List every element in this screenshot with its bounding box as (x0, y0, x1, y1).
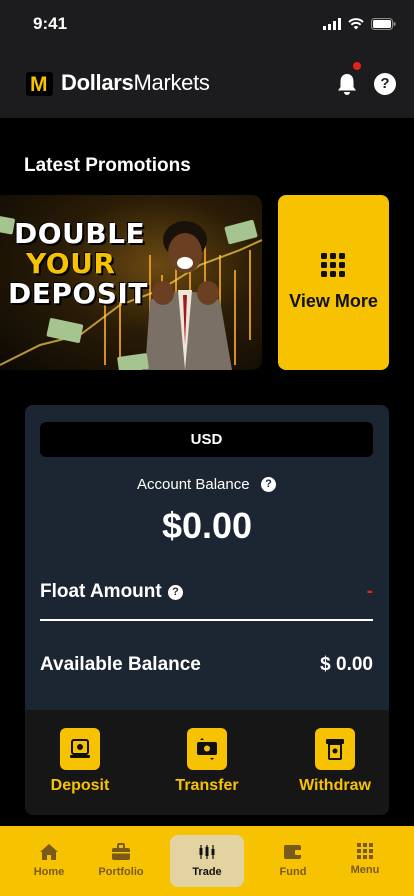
currency-selector[interactable]: USD (40, 422, 373, 457)
promo-line-3: DEPOSIT (8, 277, 148, 310)
logo-letter: M (30, 73, 48, 96)
promo-line-1: DOUBLE (14, 217, 146, 250)
bottom-nav: Home Portfolio Trade Fund Menu (0, 826, 414, 896)
grid-icon (357, 843, 373, 859)
float-amount-label: Float Amount (40, 581, 162, 602)
transfer-button[interactable]: Transfer (152, 728, 262, 795)
promotions-title: Latest Promotions (24, 155, 191, 176)
account-actions: Deposit Transfer Withdraw (25, 710, 389, 815)
brand-regular: Markets (133, 70, 210, 95)
account-balance-value: $0.00 (161, 505, 253, 546)
nav-menu[interactable]: Menu (328, 826, 402, 896)
grid-icon (321, 253, 345, 277)
nav-fund-label: Fund (279, 866, 307, 878)
nav-menu-label: Menu (350, 864, 380, 876)
view-more-button[interactable]: View More (278, 195, 389, 370)
status-icons (323, 18, 396, 30)
float-help-icon[interactable]: ? (168, 585, 183, 600)
deposit-label: Deposit (50, 777, 110, 794)
help-button[interactable]: ? (374, 73, 396, 95)
home-icon (40, 844, 58, 860)
available-balance-value: $ 0.00 (320, 654, 373, 675)
account-card: USD Account Balance ? $0.00 Float Amount… (25, 405, 389, 815)
nav-portfolio[interactable]: Portfolio (84, 826, 158, 896)
bell-icon[interactable] (336, 72, 358, 96)
person-figure (145, 221, 232, 370)
briefcase-icon (112, 843, 130, 860)
brand-bold: Dollars (61, 70, 134, 95)
wallet-icon (284, 845, 302, 859)
nav-home-label: Home (33, 866, 65, 878)
view-more-label: View More (289, 291, 378, 311)
withdraw-icon (315, 728, 355, 770)
transfer-label: Transfer (175, 777, 239, 794)
notification-badge (353, 62, 361, 70)
wifi-icon (348, 18, 364, 30)
promo-banner[interactable]: DOUBLE YOUR DEPOSIT (0, 195, 262, 370)
nav-portfolio-label: Portfolio (98, 866, 144, 878)
logo: M (26, 72, 53, 96)
deposit-button[interactable]: Deposit (25, 728, 135, 795)
withdraw-label: Withdraw (299, 777, 371, 794)
nav-fund[interactable]: Fund (256, 826, 330, 896)
status-time: 9:41 (33, 14, 68, 33)
brand-name: DollarsMarkets (61, 70, 210, 96)
battery-icon (371, 18, 396, 30)
divider (40, 619, 373, 621)
signal-icon (323, 18, 341, 30)
available-balance-label: Available Balance (40, 654, 201, 675)
transfer-icon (187, 728, 227, 770)
deposit-icon (60, 728, 100, 770)
account-balance-label: Account Balance (137, 476, 250, 493)
candlestick-icon (199, 845, 215, 859)
nav-trade-label: Trade (192, 866, 222, 878)
float-amount-value: - (366, 581, 373, 602)
app-header: M DollarsMarkets (0, 50, 414, 118)
status-bar: 9:41 (0, 0, 414, 50)
nav-home[interactable]: Home (12, 826, 86, 896)
nav-trade[interactable]: Trade (170, 835, 244, 887)
withdraw-button[interactable]: Withdraw (280, 728, 389, 795)
promo-line-2: YOUR (26, 247, 116, 280)
balance-help-icon[interactable]: ? (261, 477, 276, 492)
